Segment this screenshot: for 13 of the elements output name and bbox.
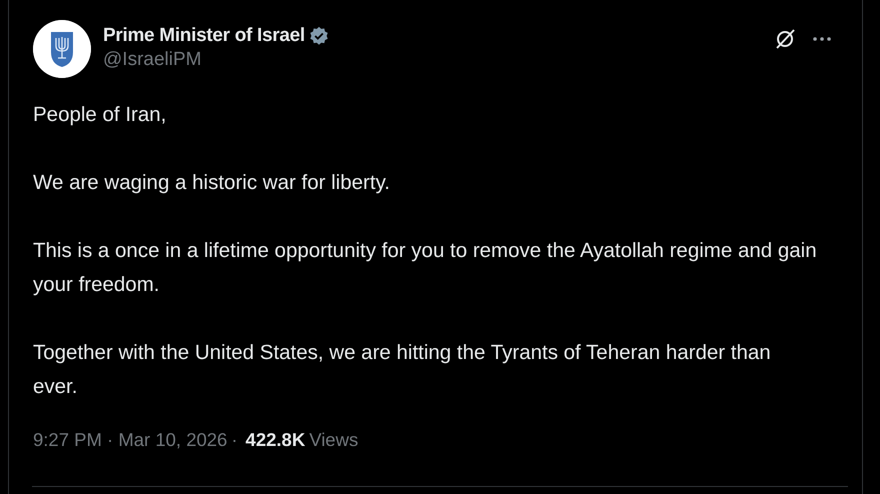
avatar-emblem-icon[interactable] [33,20,91,78]
more-icon[interactable] [812,36,832,42]
separator-dot: · [231,428,238,452]
tweet-paragraph: We are waging a historic war for liberty. [33,170,391,196]
author-handle[interactable]: @IsraeliPM [103,48,774,72]
author-name[interactable]: Prime Minister of Israel [103,24,305,48]
views-label: Views [309,428,358,452]
tweet-paragraph: This is a once in a lifetime opportunity for you to remove the Ayatollah regime and gain your freedom. [33,238,818,298]
timestamp-link[interactable]: 9:27 PM · Mar 10, 2026 [33,426,228,454]
views-count: 422.8K [246,428,306,452]
tweet-paragraph: People of Iran, [33,102,168,128]
tweet-paragraph: Together with the United States, we are hitting the Tyrants of Teheran harder than ever. [33,340,772,400]
grok-icon[interactable] [774,28,796,50]
